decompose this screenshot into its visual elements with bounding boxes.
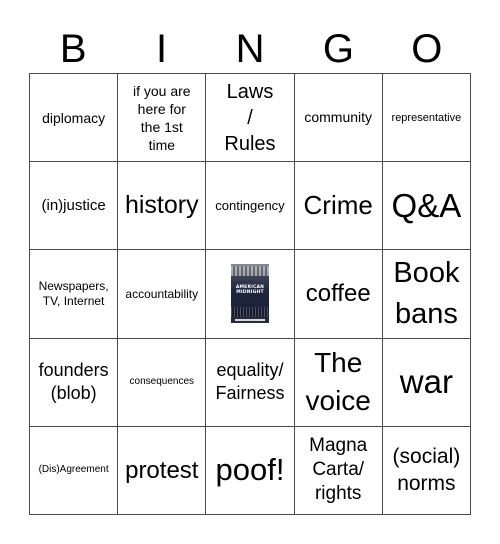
bingo-cell[interactable]: (social) norms xyxy=(382,426,471,515)
bingo-cell[interactable]: The voice xyxy=(294,338,383,427)
book-cover-author xyxy=(234,319,265,322)
book-cover-crowd xyxy=(230,307,269,318)
header-letter-b: B xyxy=(59,27,87,71)
bingo-cell[interactable]: contingency xyxy=(206,162,295,251)
bingo-cell[interactable]: Laws / Rules xyxy=(206,74,295,163)
bingo-cell[interactable]: community xyxy=(294,74,383,163)
header-letter-i: I xyxy=(156,27,168,71)
bingo-cell[interactable]: protest xyxy=(118,426,207,515)
cell-label: history xyxy=(124,191,199,220)
bingo-cell[interactable]: Crime xyxy=(294,162,383,251)
cell-label: Newspapers, TV, Internet xyxy=(38,278,109,308)
bingo-cell[interactable]: (in)justice xyxy=(30,162,119,251)
bingo-cell[interactable]: Book bans xyxy=(382,250,471,339)
cell-label: (Dis)Agreement xyxy=(38,464,109,476)
book-cover-image: AMERICAN MIDNIGHT xyxy=(230,264,269,324)
bingo-cell[interactable]: equality/ Fairness xyxy=(206,338,295,427)
cell-label: community xyxy=(304,109,373,126)
cell-label: poof! xyxy=(215,452,285,488)
cell-label: Book bans xyxy=(393,256,460,330)
free-space-cell[interactable]: AMERICAN MIDNIGHT xyxy=(206,250,295,339)
bingo-cell[interactable]: accountability xyxy=(118,250,207,339)
bingo-cell[interactable]: Q&A xyxy=(382,162,471,251)
bingo-cell[interactable]: poof! xyxy=(206,426,295,515)
cell-label: accountability xyxy=(125,286,199,301)
bingo-cell[interactable]: representative xyxy=(382,74,471,163)
bingo-cell[interactable]: (Dis)Agreement xyxy=(30,426,119,515)
bingo-cell[interactable]: consequences xyxy=(118,338,207,427)
bingo-cell[interactable]: war xyxy=(382,338,471,427)
bingo-cell[interactable]: Newspapers, TV, Internet xyxy=(30,250,119,339)
cell-label: contingency xyxy=(215,197,285,213)
cell-label: Crime xyxy=(303,190,373,221)
cell-label: The voice xyxy=(305,347,371,417)
cell-label: (in)justice xyxy=(41,197,106,215)
bingo-cell[interactable]: diplomacy xyxy=(30,74,119,163)
cell-label: protest xyxy=(125,456,199,484)
cell-label: Q&A xyxy=(391,186,462,224)
cell-label: consequences xyxy=(129,376,195,388)
header-letter-n: N xyxy=(235,27,265,71)
bingo-cell[interactable]: if you are here for the 1st time xyxy=(118,74,207,163)
bingo-cell[interactable]: founders (blob) xyxy=(30,338,119,427)
book-cover-skyline xyxy=(230,266,269,277)
cell-label: Magna Carta/ rights xyxy=(309,435,368,505)
cell-label: (social) norms xyxy=(392,445,461,496)
bingo-grid: diplomacy if you are here for the 1st ti… xyxy=(29,73,471,515)
cell-label: if you are here for the 1st time xyxy=(132,82,191,153)
bingo-cell[interactable]: history xyxy=(118,162,207,251)
book-cover-title: AMERICAN MIDNIGHT xyxy=(235,285,265,296)
header-letter-g: G xyxy=(322,27,354,71)
cell-label: war xyxy=(399,363,453,401)
cell-label: coffee xyxy=(305,280,371,308)
bingo-header: B I N G O xyxy=(29,26,471,72)
cell-label: Laws / Rules xyxy=(224,80,276,155)
cell-label: founders (blob) xyxy=(38,360,109,404)
cell-label: representative xyxy=(391,111,462,124)
bingo-cell[interactable]: coffee xyxy=(294,250,383,339)
header-letter-o: O xyxy=(411,27,443,71)
cell-label: equality/ Fairness xyxy=(215,360,285,404)
cell-label: diplomacy xyxy=(42,109,106,126)
bingo-cell[interactable]: Magna Carta/ rights xyxy=(294,426,383,515)
